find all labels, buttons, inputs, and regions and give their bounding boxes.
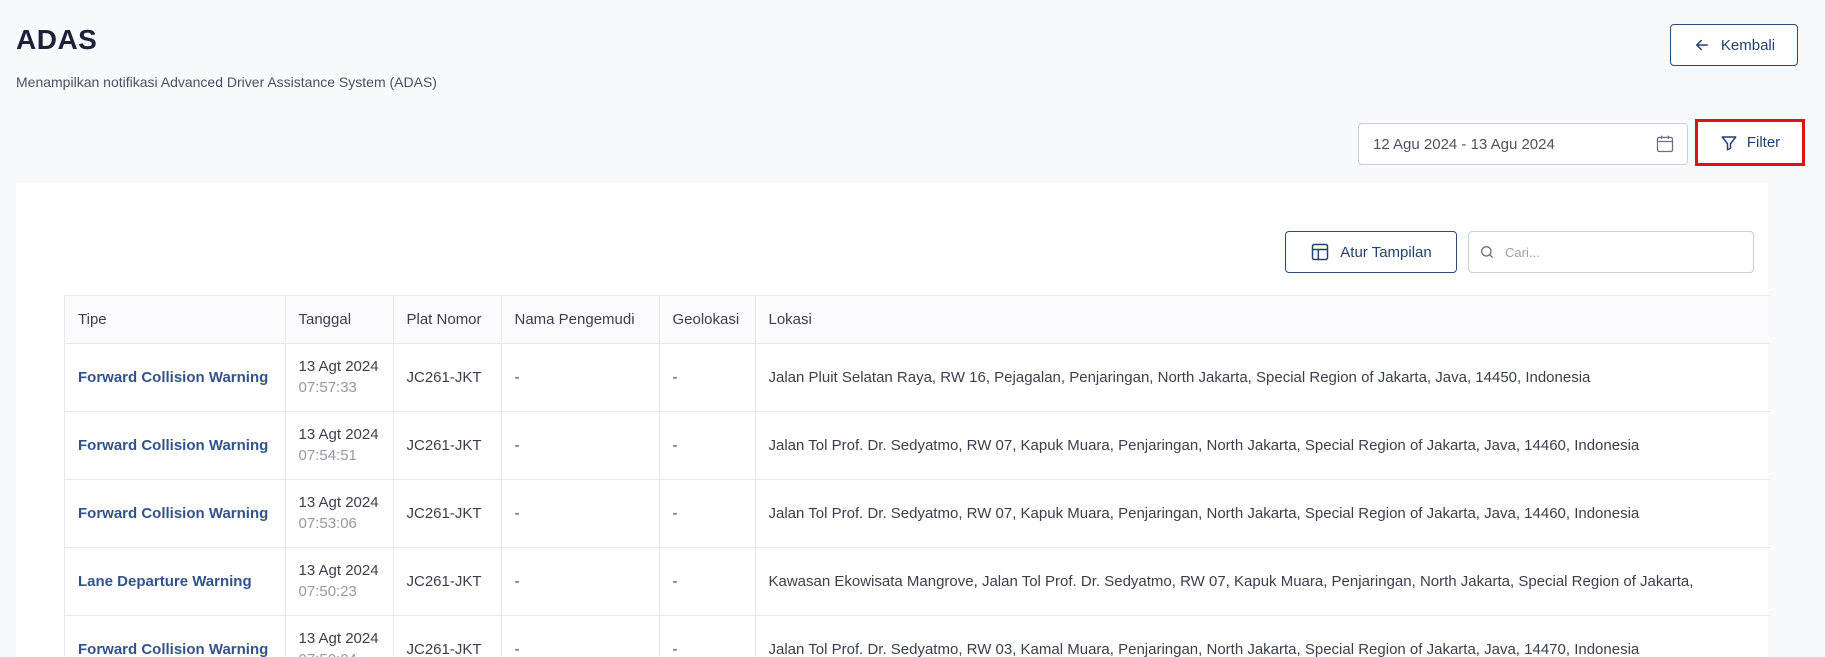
cell-driver: - bbox=[501, 547, 660, 616]
cell-date: 13 Agt 2024 07:50:04 bbox=[285, 615, 394, 657]
cell-plate: JC261-JKT bbox=[393, 343, 502, 412]
page-title: ADAS bbox=[16, 24, 98, 55]
filter-icon bbox=[1721, 135, 1737, 150]
arrow-left-icon bbox=[1695, 39, 1708, 51]
column-header-date[interactable]: Tanggal bbox=[285, 296, 394, 344]
cell-geolocation: - bbox=[659, 615, 756, 657]
cell-driver: - bbox=[501, 411, 660, 480]
cell-type[interactable]: Lane Departure Warning bbox=[65, 547, 286, 616]
column-header-geolocation[interactable]: Geolokasi bbox=[659, 296, 756, 344]
table-row[interactable]: Forward Collision Warning 13 Agt 2024 07:… bbox=[65, 411, 1770, 480]
cell-driver: - bbox=[501, 479, 660, 548]
date-value: 13 Agt 2024 bbox=[298, 562, 379, 579]
cell-geolocation: - bbox=[659, 343, 756, 412]
cell-plate: JC261-JKT bbox=[393, 615, 502, 657]
cell-date: 13 Agt 2024 07:57:33 bbox=[285, 343, 394, 412]
search-input[interactable] bbox=[1505, 244, 1743, 260]
time-value: 07:50:04 bbox=[299, 649, 380, 657]
cell-location: Jalan Tol Prof. Dr. Sedyatmo, RW 07, Kap… bbox=[755, 411, 1770, 480]
layout-icon bbox=[1312, 243, 1329, 261]
page-subtitle: Menampilkan notifikasi Advanced Driver A… bbox=[16, 74, 437, 90]
table-row[interactable]: Lane Departure Warning 13 Agt 2024 07:50:… bbox=[65, 547, 1770, 616]
search-box[interactable] bbox=[1468, 231, 1754, 273]
table-card: Atur Tampilan Tipe Tanggal Plat Nomor Na… bbox=[16, 183, 1770, 657]
cell-type[interactable]: Forward Collision Warning bbox=[65, 343, 286, 412]
table-header-row: Tipe Tanggal Plat Nomor Nama Pengemudi G… bbox=[65, 296, 1770, 344]
cell-type[interactable]: Forward Collision Warning bbox=[65, 479, 286, 548]
filter-button[interactable]: Filter bbox=[1695, 119, 1805, 166]
table-row[interactable]: Forward Collision Warning 13 Agt 2024 07:… bbox=[65, 343, 1770, 412]
table-row[interactable]: Forward Collision Warning 13 Agt 2024 07:… bbox=[65, 615, 1770, 657]
cell-location: Kawasan Ekowisata Mangrove, Jalan Tol Pr… bbox=[755, 547, 1770, 616]
column-header-driver[interactable]: Nama Pengemudi bbox=[501, 296, 660, 344]
filter-button-label: Filter bbox=[1746, 134, 1781, 151]
back-button-label: Kembali bbox=[1720, 36, 1776, 54]
layout-settings-label: Atur Tampilan bbox=[1340, 243, 1432, 261]
date-value: 13 Agt 2024 bbox=[298, 358, 379, 375]
date-value: 13 Agt 2024 bbox=[298, 426, 379, 443]
layout-settings-button[interactable]: Atur Tampilan bbox=[1285, 231, 1457, 273]
date-value: 13 Agt 2024 bbox=[298, 630, 379, 647]
cell-plate: JC261-JKT bbox=[393, 411, 502, 480]
time-value: 07:54:51 bbox=[298, 447, 357, 464]
cell-location: Jalan Tol Prof. Dr. Sedyatmo, RW 07, Kap… bbox=[755, 479, 1770, 548]
time-value: 07:57:33 bbox=[298, 379, 357, 396]
back-button[interactable]: Kembali bbox=[1670, 24, 1798, 66]
adas-table: Tipe Tanggal Plat Nomor Nama Pengemudi G… bbox=[64, 295, 1770, 657]
search-icon bbox=[1481, 246, 1493, 258]
cell-geolocation: - bbox=[659, 547, 756, 616]
cell-plate: JC261-JKT bbox=[393, 547, 502, 616]
cell-type[interactable]: Forward Collision Warning bbox=[65, 615, 286, 657]
cell-date: 13 Agt 2024 07:54:51 bbox=[285, 411, 394, 480]
cell-date: 13 Agt 2024 07:50:23 bbox=[285, 547, 394, 616]
cell-geolocation: - bbox=[659, 479, 756, 548]
cell-driver: - bbox=[501, 343, 660, 412]
calendar-icon bbox=[1656, 135, 1674, 153]
cell-date: 13 Agt 2024 07:53:06 bbox=[285, 479, 394, 548]
cell-driver: - bbox=[501, 615, 660, 657]
date-range-picker[interactable]: 12 Agu 2024 - 13 Agu 2024 bbox=[1358, 123, 1688, 165]
date-value: 13 Agt 2024 bbox=[298, 494, 379, 511]
cell-location: Jalan Pluit Selatan Raya, RW 16, Pejagal… bbox=[755, 343, 1770, 412]
cell-type[interactable]: Forward Collision Warning bbox=[65, 411, 286, 480]
column-header-plate[interactable]: Plat Nomor bbox=[393, 296, 502, 344]
time-value: 07:50:23 bbox=[298, 583, 357, 600]
time-value: 07:53:06 bbox=[298, 515, 357, 532]
column-header-type[interactable]: Tipe bbox=[65, 296, 286, 344]
date-range-value: 12 Agu 2024 - 13 Agu 2024 bbox=[1373, 135, 1555, 153]
table-row[interactable]: Forward Collision Warning 13 Agt 2024 07:… bbox=[65, 479, 1770, 548]
cell-geolocation: - bbox=[659, 411, 756, 480]
cell-location: Jalan Tol Prof. Dr. Sedyatmo, RW 03, Kam… bbox=[755, 615, 1770, 657]
cell-plate: JC261-JKT bbox=[393, 479, 502, 548]
column-header-location[interactable]: Lokasi bbox=[755, 296, 1770, 344]
